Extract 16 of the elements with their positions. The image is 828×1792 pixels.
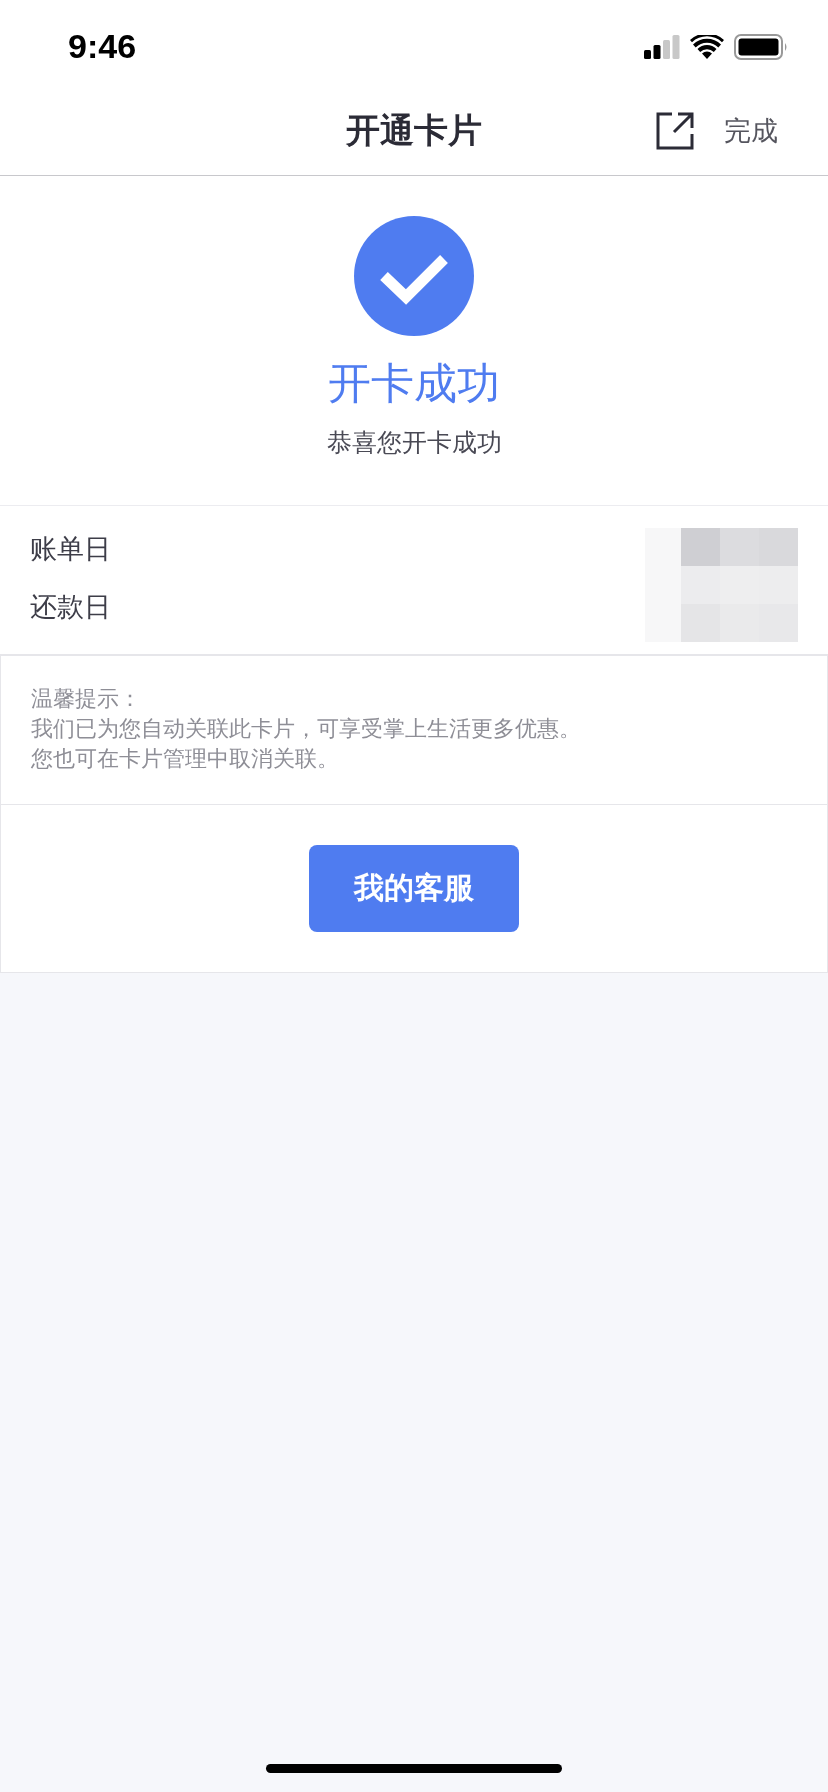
checkmark-icon [354,216,474,336]
result-title: 开卡成功 [328,358,500,410]
detail-label: 账单日 [30,531,111,566]
signal-icon [644,35,680,59]
tip-text: 我们已为您自动关联此卡片，可享受掌上生活更多优惠。 [31,714,582,743]
detail-label: 还款日 [30,589,111,624]
done-button[interactable]: 完成 [724,113,778,149]
tip-text: 您也可在卡片管理中取消关联。 [31,744,340,773]
tip-heading: 温馨提示： [31,684,142,713]
time: 9:46 [68,25,137,66]
customer-service-button[interactable]: 我的客服 [309,844,519,932]
result-subtitle: 恭喜您开卡成功 [326,426,502,459]
page-title: 开通卡片 [346,109,482,152]
share-icon[interactable] [656,112,694,150]
battery-icon [734,34,788,60]
wifi-icon [690,35,724,59]
